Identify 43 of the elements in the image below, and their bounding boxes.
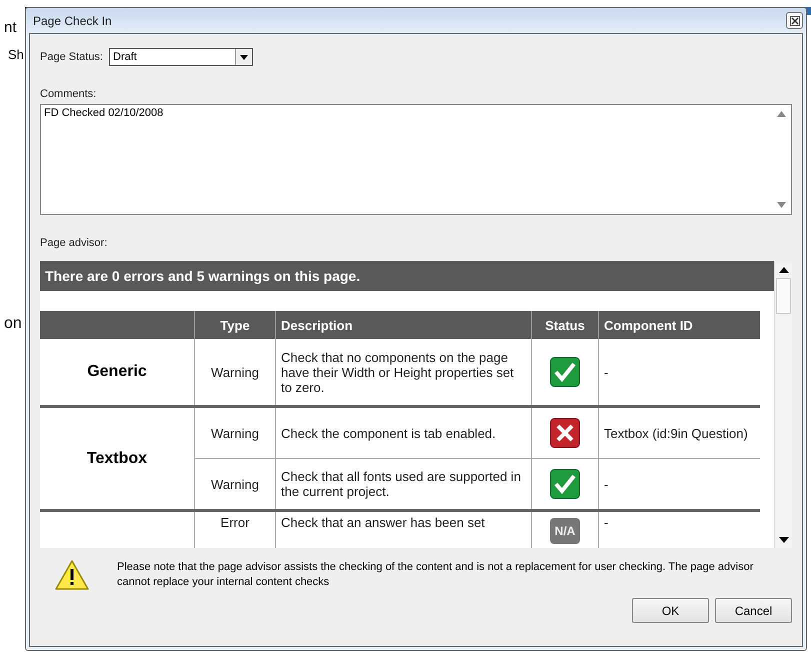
table-cell: Warning: [211, 364, 259, 380]
scroll-down-icon: [776, 202, 786, 208]
scroll-up-icon: [776, 111, 786, 117]
dropdown-value: Draft: [113, 51, 137, 63]
background-text: on: [4, 315, 22, 333]
comment-text: FD Checked 02/10/2008: [44, 107, 164, 121]
cancel-button[interactable]: Cancel: [715, 598, 792, 623]
notice-text: Please note that the page advisor assists the checking of the content and is not a replacement for user checking. The page advisor cannot replace your internal content checks: [117, 560, 754, 590]
table-cell: Warning: [211, 426, 259, 440]
close-button[interactable]: [786, 12, 803, 29]
group-name: Textbox: [86, 450, 148, 466]
column-header: Component ID: [598, 311, 760, 339]
table-cell: Check that no components on the page have their Width or Height properties set to zero.: [281, 350, 514, 394]
column-header: Type: [194, 311, 276, 339]
table-cell: Error: [220, 515, 250, 530]
table-cell: -: [604, 515, 608, 530]
scroll-up-icon: [778, 266, 788, 272]
background-text: nt: [4, 19, 17, 36]
table-cell: Textbox (id:9in Question): [604, 426, 748, 440]
field-label: Comments:: [40, 88, 98, 100]
table-cell: Check that all fonts used are supported in the current project.: [281, 469, 521, 499]
group-name: Generic: [87, 363, 147, 380]
comments-field[interactable]: FD Checked 02/10/2008: [40, 104, 792, 215]
column-header: Status: [532, 311, 598, 339]
table-cell: Check the component is tab enabled.: [281, 426, 496, 440]
summary-banner: There are 0 errors and 5 warnings on this page.: [40, 261, 774, 291]
ok-button[interactable]: OK: [632, 598, 709, 623]
table-cell: Check that an answer has been set: [281, 515, 485, 530]
table-cell: -: [604, 476, 608, 492]
table-cell: -: [604, 364, 608, 380]
table-cell: Warning: [211, 476, 259, 492]
scroll-down-icon: [778, 536, 788, 542]
background-text: Sh: [8, 47, 24, 62]
scroll-thumb[interactable]: [776, 278, 791, 314]
column-header: Description: [276, 311, 532, 339]
window-title: Page Check In: [32, 14, 112, 28]
warning-icon: [55, 560, 89, 590]
page-status-dropdown[interactable]: Draft: [109, 48, 253, 66]
caret-icon: [240, 54, 248, 60]
status-badge: N/A: [550, 518, 580, 544]
field-label: Page advisor:: [40, 237, 108, 249]
field-label: Page Status:: [40, 51, 103, 63]
close-icon: [790, 16, 800, 26]
